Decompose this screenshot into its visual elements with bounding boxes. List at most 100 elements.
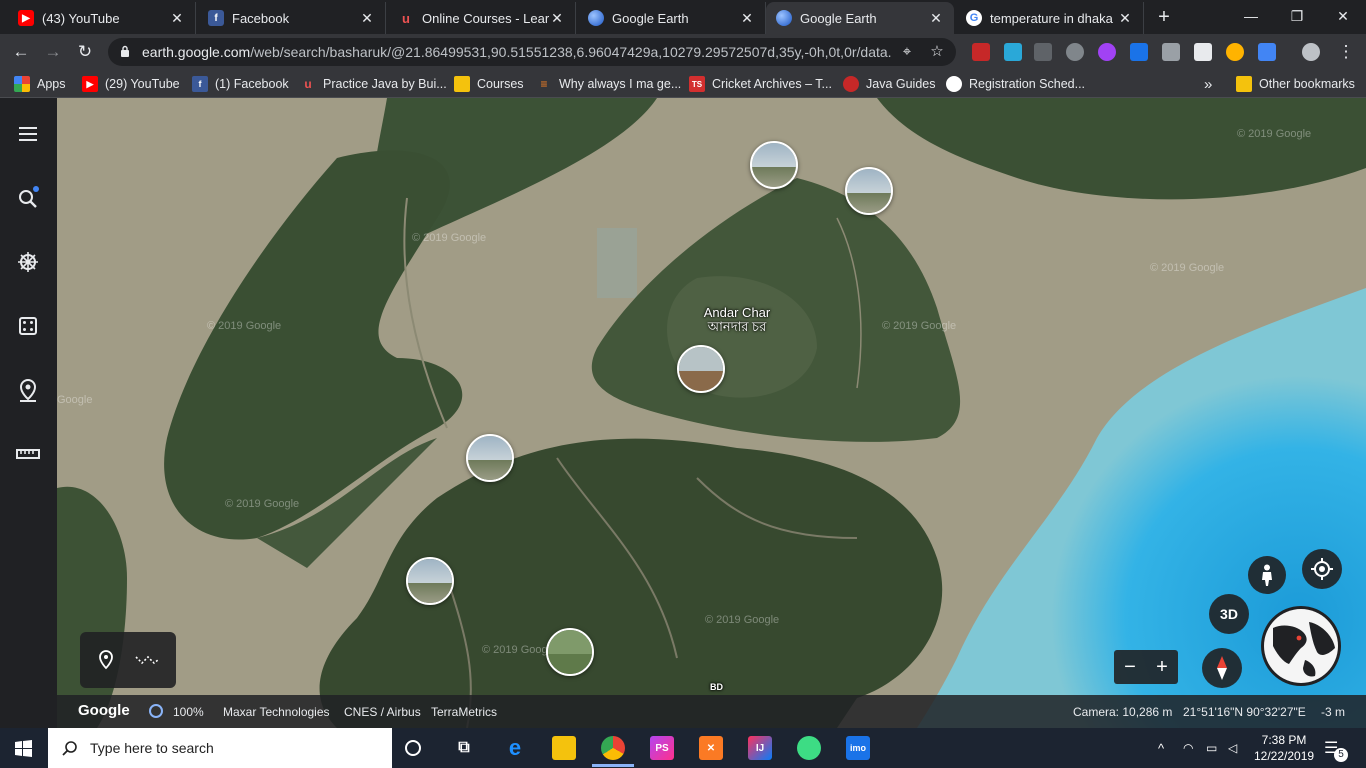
windows-start-icon[interactable]: [15, 740, 32, 757]
close-window-button[interactable]: ✕: [1320, 0, 1366, 32]
load-percent: 100%: [173, 705, 204, 719]
globe-minimap[interactable]: [1261, 606, 1341, 686]
tab-facebook[interactable]: f Facebook ✕: [198, 2, 386, 34]
loading-ring-icon: [149, 704, 163, 718]
phpstorm-icon[interactable]: PS: [650, 736, 674, 760]
action-center-icon[interactable]: ☰: [1324, 728, 1338, 768]
copyright-watermark: © 2019 Google: [412, 232, 487, 244]
bookmark-practice-java[interactable]: u Practice Java by Bui...: [300, 75, 446, 93]
imo-label: imo: [849, 743, 866, 753]
attribution-terrametrics[interactable]: TerraMetrics: [431, 705, 497, 719]
place-label[interactable]: Andar Char আনদার চর: [697, 306, 777, 334]
placemark-icon[interactable]: [97, 650, 115, 670]
attribution-cnes[interactable]: CNES / Airbus: [344, 705, 421, 719]
facebook-extension-icon[interactable]: [1034, 43, 1052, 61]
purple-extension-icon[interactable]: [1098, 43, 1116, 61]
address-bar[interactable]: earth.google.com/web/search/basharuk/@21…: [108, 38, 956, 66]
bookmark-facebook[interactable]: f (1) Facebook: [192, 75, 289, 93]
street-view-pegman-button[interactable]: [1248, 556, 1286, 594]
intellij-icon[interactable]: IJ: [748, 736, 772, 760]
tab-google-earth[interactable]: Google Earth ✕: [578, 2, 766, 34]
close-icon[interactable]: ✕: [359, 10, 375, 27]
close-icon[interactable]: ✕: [928, 10, 944, 27]
copyright-watermark: Google: [57, 394, 93, 406]
udemy-extension-icon[interactable]: [972, 43, 990, 61]
imo-icon[interactable]: imo: [846, 736, 870, 760]
photo-marker[interactable]: [845, 167, 893, 215]
bookmark-apps[interactable]: Apps: [14, 75, 66, 93]
battery-icon[interactable]: ▭: [1206, 728, 1217, 768]
search-icon[interactable]: [14, 184, 42, 212]
forward-button[interactable]: →: [41, 40, 65, 64]
chrome-menu-icon[interactable]: ⋮: [1334, 40, 1358, 64]
android-studio-icon[interactable]: [797, 736, 821, 760]
back-button[interactable]: ←: [9, 40, 33, 64]
show-hidden-icons-button[interactable]: ^: [1158, 728, 1164, 768]
path-icon[interactable]: [135, 653, 159, 667]
photo-marker[interactable]: [406, 557, 454, 605]
new-tab-button[interactable]: +: [1152, 6, 1176, 30]
xampp-icon[interactable]: ✕: [699, 736, 723, 760]
gear-extension-icon[interactable]: [1066, 43, 1084, 61]
attribution-maxar[interactable]: Maxar Technologies: [223, 705, 330, 719]
maximize-button[interactable]: ❐: [1274, 0, 1320, 32]
bookmark-youtube[interactable]: ▶ (29) YouTube: [82, 75, 180, 93]
task-view-icon[interactable]: ⧉: [452, 736, 476, 760]
bookmark-stackoverflow[interactable]: ≡ Why always I ma ge...: [536, 75, 681, 93]
hamburger-menu-icon[interactable]: [14, 120, 42, 148]
tab-youtube[interactable]: ▶ (43) YouTube ✕: [8, 2, 196, 34]
photo-marker[interactable]: [677, 345, 725, 393]
blue-extension-icon[interactable]: [1130, 43, 1148, 61]
compass-button[interactable]: [1202, 648, 1242, 688]
folder-icon: [1236, 76, 1252, 92]
my-location-button[interactable]: [1302, 549, 1342, 589]
bookmark-java-guides[interactable]: Java Guides: [843, 75, 935, 93]
translate-extension-icon[interactable]: [1258, 43, 1276, 61]
tab-title: Facebook: [232, 10, 290, 26]
location-target-icon[interactable]: ⌖: [898, 43, 916, 61]
left-rail: [0, 98, 57, 728]
bookmark-cricket-archives[interactable]: TS Cricket Archives – T...: [689, 75, 832, 93]
toggle-3d-button[interactable]: 3D: [1209, 594, 1249, 634]
extension-arrow-icon[interactable]: [1004, 43, 1022, 61]
clock[interactable]: 7:38 PM 12/22/2019: [1254, 728, 1314, 768]
bookmark-label: Why always I ma ge...: [559, 77, 682, 91]
cortana-icon[interactable]: [405, 740, 421, 756]
zoom-out-button[interactable]: −: [1124, 656, 1136, 679]
reload-button[interactable]: ↻: [73, 40, 97, 64]
taskbar-search-box[interactable]: Type here to search: [48, 728, 392, 768]
photo-marker[interactable]: [546, 628, 594, 676]
tab-google-earth-active[interactable]: Google Earth ✕: [766, 2, 954, 34]
file-explorer-icon[interactable]: [552, 736, 576, 760]
minimize-button[interactable]: —: [1228, 0, 1274, 32]
volume-icon[interactable]: ◁: [1228, 728, 1237, 768]
wifi-icon[interactable]: ◠: [1183, 728, 1193, 768]
zoom-in-button[interactable]: +: [1156, 656, 1168, 679]
close-icon[interactable]: ✕: [169, 10, 185, 27]
measure-ruler-icon[interactable]: [14, 440, 42, 468]
close-icon[interactable]: ✕: [739, 10, 755, 27]
bookmarks-overflow-button[interactable]: »: [1204, 75, 1212, 93]
other-bookmarks-folder[interactable]: Other bookmarks: [1236, 75, 1355, 93]
tab-google-search[interactable]: G temperature in dhaka - ✕: [956, 2, 1144, 34]
my-places-icon[interactable]: [14, 376, 42, 404]
photo-marker[interactable]: [750, 141, 798, 189]
satellite-map[interactable]: © 2019 Google © 2019 Google © 2019 Googl…: [57, 98, 1366, 728]
profile-avatar[interactable]: [1302, 43, 1320, 61]
close-icon[interactable]: ✕: [549, 10, 565, 27]
bookmark-star-icon[interactable]: ☆: [928, 43, 946, 61]
bookmark-courses[interactable]: Courses: [454, 75, 524, 93]
chrome-icon[interactable]: [601, 736, 625, 760]
voyager-wheel-icon[interactable]: [14, 248, 42, 276]
feeling-lucky-dice-icon[interactable]: [14, 312, 42, 340]
jb-extension-icon[interactable]: [1194, 43, 1212, 61]
bookmark-registration[interactable]: Registration Sched...: [946, 75, 1085, 93]
notification-badge: 5: [1334, 748, 1348, 762]
close-icon[interactable]: ✕: [1117, 10, 1133, 27]
camera-altitude: Camera: 10,286 m: [1073, 705, 1173, 719]
owl-extension-icon[interactable]: [1226, 43, 1244, 61]
edge-icon[interactable]: e: [503, 735, 527, 760]
cube-extension-icon[interactable]: [1162, 43, 1180, 61]
photo-marker[interactable]: [466, 434, 514, 482]
tab-udemy[interactable]: u Online Courses - Learn ✕: [388, 2, 576, 34]
